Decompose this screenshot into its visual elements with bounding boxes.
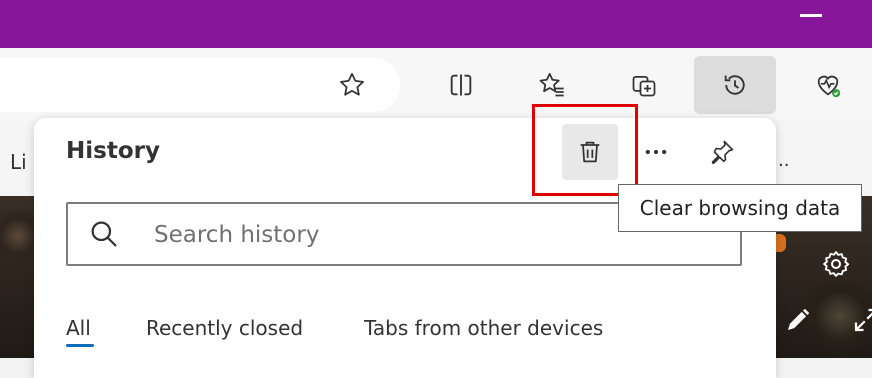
expand-icon[interactable] <box>846 300 872 340</box>
tab-selected-indicator <box>66 344 94 347</box>
collections-icon[interactable] <box>622 63 666 107</box>
highlight-box <box>532 104 638 196</box>
browser-essentials-icon[interactable] <box>806 63 850 107</box>
pin-icon <box>711 140 734 164</box>
more-options-button[interactable] <box>628 124 684 180</box>
pin-panel-button[interactable] <box>694 124 750 180</box>
search-icon <box>91 221 117 247</box>
tab-recently-closed[interactable]: Recently closed <box>146 316 303 340</box>
panel-title: History <box>66 138 160 164</box>
edit-icon[interactable] <box>778 300 818 340</box>
tab-other-devices[interactable]: Tabs from other devices <box>364 316 603 340</box>
history-panel: History All Recently closed Tabs from ot… <box>34 104 776 378</box>
more-favorites-icon[interactable]: .. <box>778 150 789 171</box>
title-bar <box>0 0 872 48</box>
settings-icon[interactable] <box>816 244 856 284</box>
favorites-bar-item[interactable]: Li <box>10 150 27 174</box>
tab-all[interactable]: All <box>66 316 91 340</box>
address-bar[interactable] <box>0 58 400 112</box>
favorites-icon[interactable] <box>530 63 574 107</box>
browser-toolbar <box>0 48 872 120</box>
history-icon[interactable] <box>694 56 776 114</box>
favorite-star-icon[interactable] <box>330 63 374 107</box>
split-screen-icon[interactable] <box>439 63 483 107</box>
tooltip: Clear browsing data <box>618 184 862 232</box>
minimize-icon[interactable] <box>800 14 822 17</box>
more-icon <box>645 149 667 155</box>
